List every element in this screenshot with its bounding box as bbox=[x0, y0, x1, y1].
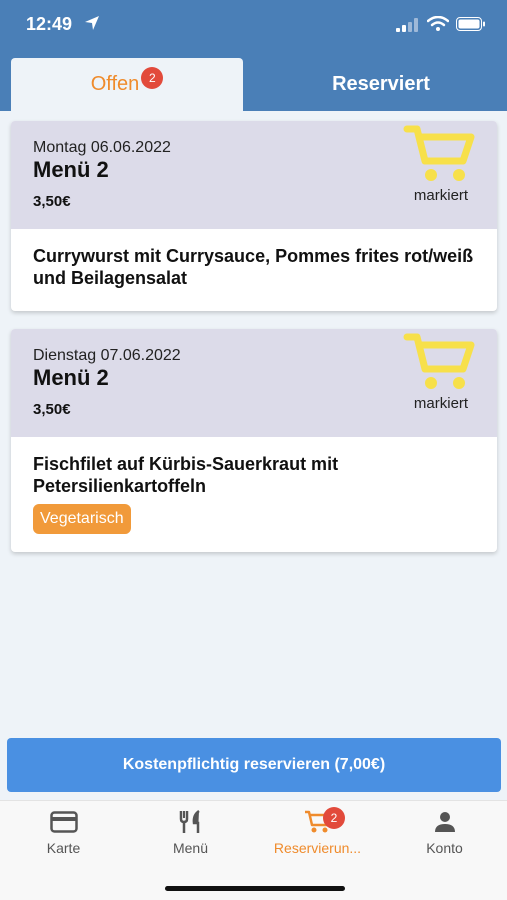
card-header: Montag 06.06.2022 Menü 2 3,50€ markiert bbox=[11, 121, 497, 229]
nav-label: Konto bbox=[426, 840, 463, 856]
tab-bar: Offen 2 Reserviert bbox=[11, 58, 497, 111]
card-menu-title: Menü 2 bbox=[33, 157, 109, 182]
tab-reserviert[interactable]: Reserviert bbox=[265, 58, 497, 111]
cart-icon bbox=[254, 807, 381, 837]
cart-icon[interactable] bbox=[403, 123, 475, 190]
menu-card[interactable]: Dienstag 07.06.2022 Menü 2 3,50€ markier… bbox=[11, 329, 497, 552]
card-status: markiert bbox=[413, 187, 469, 204]
nav-karte[interactable]: Karte bbox=[0, 807, 127, 856]
nav-label: Karte bbox=[46, 840, 81, 856]
card-date: Dienstag 07.06.2022 bbox=[33, 347, 181, 364]
card-description: Fischfilet auf Kürbis-Sauerkraut mit Pet… bbox=[33, 454, 339, 496]
card-price: 3,50€ bbox=[33, 193, 71, 210]
card-icon bbox=[0, 807, 127, 837]
tab-reserviert-label: Reserviert bbox=[332, 73, 430, 95]
wifi-icon bbox=[426, 15, 450, 37]
cutlery-icon bbox=[127, 807, 254, 837]
card-status: markiert bbox=[413, 395, 469, 412]
status-time: 12:49 bbox=[26, 14, 73, 34]
card-description: Currywurst mit Currysauce, Pommes frites… bbox=[33, 246, 474, 288]
nav-badge: 2 bbox=[323, 807, 345, 829]
tab-offen-badge: 2 bbox=[141, 66, 164, 89]
nav-menu[interactable]: Menü bbox=[127, 807, 254, 856]
home-indicator bbox=[165, 886, 345, 891]
nav-reservierungen[interactable]: 2 Reservierun... bbox=[254, 807, 381, 856]
card-menu-title: Menü 2 bbox=[33, 365, 109, 390]
cart-icon[interactable] bbox=[403, 331, 475, 398]
nav-label: Menü bbox=[172, 840, 209, 856]
cellular-signal-icon bbox=[396, 18, 420, 37]
person-icon bbox=[381, 807, 507, 837]
card-date: Montag 06.06.2022 bbox=[33, 139, 171, 156]
battery-icon bbox=[456, 17, 486, 36]
nav-konto[interactable]: Konto bbox=[381, 807, 507, 856]
tab-offen[interactable]: Offen 2 bbox=[11, 58, 243, 111]
nav-label: Reservierun... bbox=[273, 840, 362, 856]
vegetarian-tag: Vegetarisch bbox=[33, 504, 131, 534]
card-price: 3,50€ bbox=[33, 401, 71, 418]
location-arrow-icon bbox=[84, 15, 100, 36]
reserve-button[interactable]: Kostenpflichtig reservieren (7,00€) bbox=[7, 738, 501, 792]
bottom-navigation: Karte Menü 2 Reservierun... Konto bbox=[0, 800, 507, 900]
menu-card[interactable]: Montag 06.06.2022 Menü 2 3,50€ markiert … bbox=[11, 121, 497, 311]
tab-offen-label: Offen bbox=[90, 73, 140, 95]
card-header: Dienstag 07.06.2022 Menü 2 3,50€ markier… bbox=[11, 329, 497, 437]
status-bar: 12:49 bbox=[0, 0, 507, 52]
